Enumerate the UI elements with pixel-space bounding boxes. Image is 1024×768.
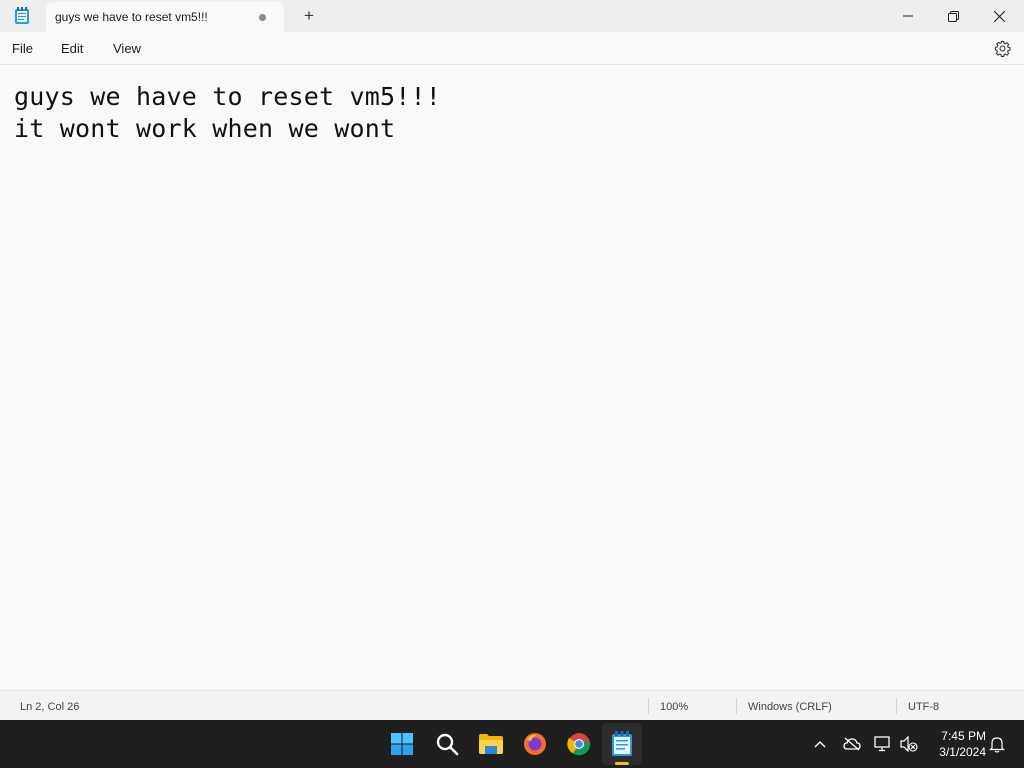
title-bar: guys we have to reset vm5!!! + bbox=[0, 0, 1024, 32]
text-editor-area[interactable]: guys we have to reset vm5!!! it wont wor… bbox=[0, 66, 1024, 690]
start-icon bbox=[391, 733, 413, 755]
cursor-position: Ln 2, Col 26 bbox=[20, 701, 80, 713]
restore-icon bbox=[947, 10, 959, 22]
bell-icon bbox=[989, 736, 1005, 753]
taskbar-firefox[interactable] bbox=[520, 729, 550, 759]
status-divider bbox=[896, 698, 897, 714]
cloud-offline-icon bbox=[843, 737, 861, 751]
unsaved-dot-icon[interactable] bbox=[259, 14, 266, 21]
show-hidden-icons-button[interactable] bbox=[811, 735, 829, 753]
minimize-icon bbox=[903, 15, 913, 17]
editor-line-1: guys we have to reset vm5!!! bbox=[14, 82, 442, 111]
notepad-icon bbox=[612, 731, 632, 756]
start-button[interactable] bbox=[387, 729, 417, 759]
menu-view[interactable]: View bbox=[113, 41, 141, 56]
line-ending: Windows (CRLF) bbox=[748, 701, 832, 713]
chrome-icon bbox=[567, 733, 591, 756]
restore-button[interactable] bbox=[930, 0, 976, 32]
firefox-icon bbox=[524, 733, 546, 755]
encoding: UTF-8 bbox=[908, 701, 940, 713]
close-icon bbox=[993, 10, 1005, 22]
status-divider bbox=[648, 698, 649, 714]
network-tray-button[interactable] bbox=[874, 735, 892, 753]
active-app-indicator bbox=[615, 762, 629, 765]
notepad-app-icon bbox=[14, 7, 30, 25]
clock-date: 3/1/2024 bbox=[939, 745, 986, 759]
taskbar-file-explorer[interactable] bbox=[476, 729, 506, 759]
volume-muted-icon bbox=[900, 736, 918, 752]
settings-gear-icon[interactable] bbox=[994, 40, 1011, 57]
file-explorer-icon bbox=[479, 734, 503, 754]
clock-time: 7:45 PM bbox=[941, 729, 986, 743]
network-icon bbox=[874, 736, 890, 752]
menu-edit[interactable]: Edit bbox=[61, 41, 83, 56]
document-tab[interactable]: guys we have to reset vm5!!! bbox=[46, 2, 284, 32]
menu-file[interactable]: File bbox=[12, 41, 33, 56]
search-icon bbox=[436, 733, 459, 756]
status-divider bbox=[736, 698, 737, 714]
tab-title: guys we have to reset vm5!!! bbox=[55, 10, 208, 24]
editor-line-2: it wont work when we wont bbox=[14, 114, 396, 143]
notifications-button[interactable] bbox=[988, 735, 1006, 753]
taskbar-search-button[interactable] bbox=[432, 729, 462, 759]
taskbar: 7:45 PM 3/1/2024 bbox=[0, 720, 1024, 768]
volume-tray-button[interactable] bbox=[900, 735, 918, 753]
taskbar-notepad[interactable] bbox=[607, 729, 637, 759]
taskbar-chrome[interactable] bbox=[564, 729, 594, 759]
menu-bar: File Edit View bbox=[0, 32, 1024, 65]
new-tab-button[interactable]: + bbox=[299, 7, 319, 25]
close-button[interactable] bbox=[976, 0, 1022, 32]
minimize-button[interactable] bbox=[885, 0, 931, 32]
onedrive-tray-button[interactable] bbox=[843, 735, 861, 753]
notepad-window: guys we have to reset vm5!!! + File Edit… bbox=[0, 0, 1024, 720]
chevron-up-icon bbox=[814, 741, 826, 748]
status-bar: Ln 2, Col 26 100% Windows (CRLF) UTF-8 bbox=[0, 690, 1024, 720]
taskbar-clock[interactable]: 7:45 PM 3/1/2024 bbox=[926, 728, 986, 760]
zoom-level: 100% bbox=[660, 701, 689, 713]
